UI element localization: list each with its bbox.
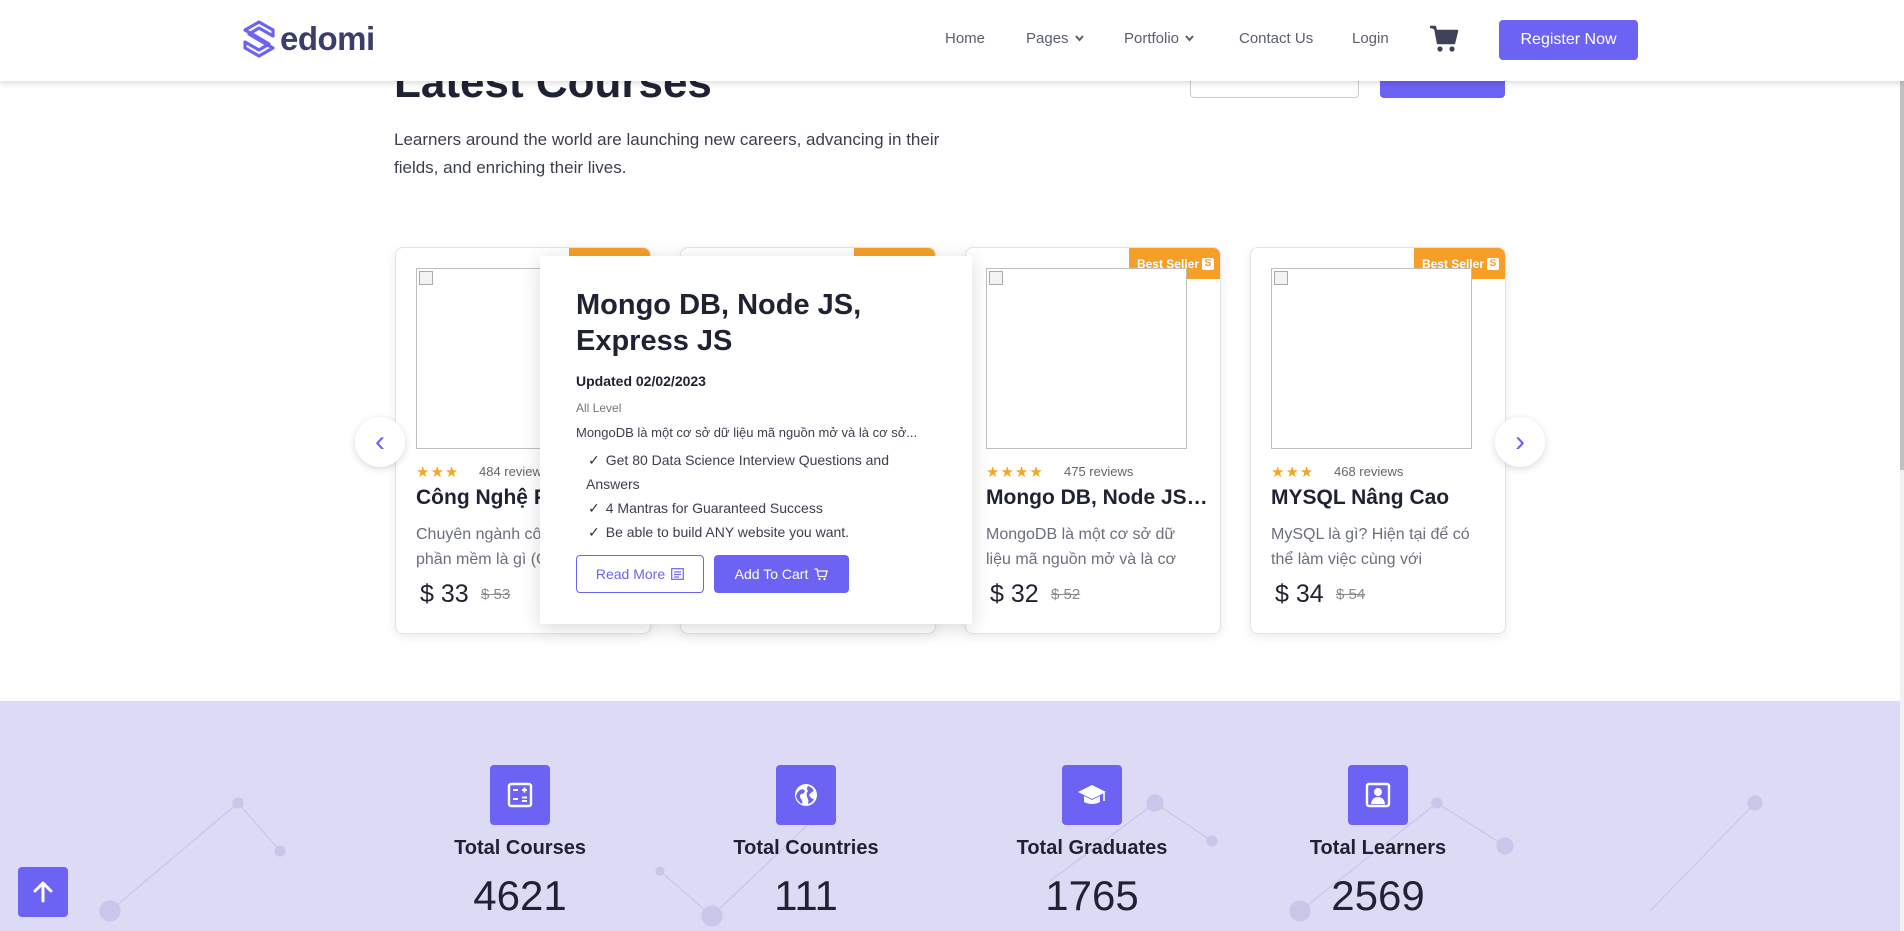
course-title[interactable]: Mongo DB, Node JS, ... (986, 486, 1212, 510)
nav-portfolio-label: Portfolio (1124, 30, 1180, 47)
dollar-badge-icon: S (1202, 257, 1214, 270)
read-more-button[interactable]: Read More (576, 555, 704, 593)
nav-home-label: Home (945, 30, 986, 47)
network-background-pattern (99, 794, 1763, 927)
stat-value: 4621 (473, 872, 567, 919)
stat-label: Total Learners (1309, 837, 1447, 859)
nav-contact-label: Contact Us (1239, 30, 1314, 47)
course-old-price: $ 54 (1336, 586, 1366, 603)
user-portrait-icon (1348, 765, 1408, 825)
course-price: $ 33 (420, 580, 469, 608)
read-more-label: Read More (595, 566, 666, 582)
nav-pages-label: Pages (1026, 30, 1069, 47)
nav-login-label: Login (1352, 30, 1389, 47)
rating-stars: ★★★ (416, 464, 460, 481)
check-icon: ✓ (588, 524, 600, 540)
popup-feature-list: ✓ Get 80 Data Science Interview Questions… (586, 448, 936, 544)
broken-image-icon (419, 271, 433, 285)
site-logo[interactable]: edomi (242, 20, 375, 58)
arrow-up-icon (33, 881, 53, 903)
graduation-cap-icon (1062, 765, 1122, 825)
popup-title: Mongo DB, Node JS, Express JS (576, 289, 862, 357)
stat-value: 111 (774, 872, 838, 919)
review-count: 484 reviews (479, 464, 549, 479)
check-icon: ✓ (588, 452, 600, 468)
review-count: 468 reviews (1334, 464, 1404, 479)
stat-label: Total Countries (733, 837, 879, 859)
nav-contact-us[interactable]: Contact Us (1239, 30, 1313, 47)
course-card[interactable]: Best Seller S ★★★ 468 reviews MYSQL Nâng… (1250, 247, 1506, 634)
stat-label: Total Graduates (1016, 837, 1168, 859)
course-price: $ 34 (1275, 580, 1324, 608)
nav-portfolio[interactable]: Portfolio (1124, 30, 1194, 47)
course-description: MySQL là gì? Hiện tại để có thể làm việc… (1271, 526, 1470, 568)
feature-text: Get 80 Data Science Interview Questions … (586, 452, 890, 492)
course-thumbnail (986, 268, 1187, 449)
scrollbar-thumb[interactable] (1900, 80, 1904, 470)
chevron-down-icon (1185, 35, 1194, 42)
popup-level: All Level (576, 401, 622, 415)
page-scrollbar[interactable] (1900, 0, 1904, 931)
feature-text: Be able to build ANY website you want. (605, 524, 850, 540)
review-count: 475 reviews (1064, 464, 1134, 479)
top-navbar: edomi Home Pages Portfolio Contact Us Lo… (0, 0, 1904, 81)
check-icon: ✓ (588, 500, 600, 516)
chevron-right-icon: › (1515, 425, 1525, 458)
feature-text: 4 Mantras for Guaranteed Success (605, 500, 823, 516)
stat-value: 2569 (1331, 872, 1425, 919)
cart-icon (1430, 25, 1459, 52)
broken-image-icon (1274, 271, 1288, 285)
popup-updated: Updated 02/02/2023 (576, 373, 706, 389)
register-now-button[interactable]: Register Now (1499, 20, 1638, 60)
dollar-badge-icon: S (1487, 257, 1499, 270)
rating-stars: ★★★★ (986, 464, 1044, 481)
globe-icon (776, 765, 836, 825)
nav-home[interactable]: Home (945, 30, 985, 47)
course-old-price: $ 53 (481, 586, 511, 603)
course-preview-popup: Mongo DB, Node JS, Express JS Updated 02… (540, 256, 972, 624)
stat-label: Total Courses (454, 837, 586, 859)
list-item: ✓ 4 Mantras for Guaranteed Success (586, 496, 936, 520)
carousel-prev-button[interactable]: ‹ (355, 417, 405, 467)
nav-login[interactable]: Login (1352, 30, 1389, 47)
stat-total-countries: Total Countries 111 (686, 765, 926, 920)
list-item: ✓ Get 80 Data Science Interview Questions… (586, 448, 936, 496)
list-item: ✓ Be able to build ANY website you want. (586, 520, 936, 544)
calculator-icon (490, 765, 550, 825)
stat-total-learners: Total Learners 2569 (1258, 765, 1498, 920)
document-icon (671, 568, 685, 580)
stat-value: 1765 (1045, 872, 1139, 919)
chevron-down-icon (1074, 35, 1084, 42)
course-card[interactable]: Best Seller S ★★★★ 475 reviews Mongo DB,… (965, 247, 1221, 634)
add-to-cart-label: Add To Cart (734, 566, 809, 582)
course-thumbnail (1271, 268, 1472, 449)
add-to-cart-button[interactable]: Add To Cart (714, 555, 849, 593)
cart-button[interactable] (1429, 25, 1459, 58)
stat-total-courses: Total Courses 4621 (400, 765, 640, 920)
logo-text: edomi (280, 20, 375, 57)
broken-image-icon (989, 271, 1003, 285)
section-description: Learners around the world are launching … (394, 130, 940, 177)
course-old-price: $ 52 (1051, 586, 1081, 603)
popup-description: MongoDB là một cơ sở dữ liệu mã nguồn mở… (576, 425, 918, 440)
carousel-next-button[interactable]: › (1495, 417, 1545, 467)
course-price: $ 32 (990, 580, 1039, 608)
cart-icon (814, 567, 829, 580)
course-description: MongoDB là một cơ sở dữ liệu mã nguồn mở… (986, 526, 1176, 568)
chevron-left-icon: ‹ (375, 425, 385, 458)
course-title[interactable]: MYSQL Nâng Cao (1271, 486, 1497, 510)
logo-mark-icon (243, 20, 275, 58)
back-to-top-button[interactable] (18, 867, 68, 917)
stats-section: Total Courses 4621 Total Countries 111 T… (0, 701, 1904, 931)
rating-stars: ★★★ (1271, 464, 1315, 481)
nav-pages[interactable]: Pages (1026, 30, 1084, 47)
stat-total-graduates: Total Graduates 1765 (972, 765, 1212, 920)
